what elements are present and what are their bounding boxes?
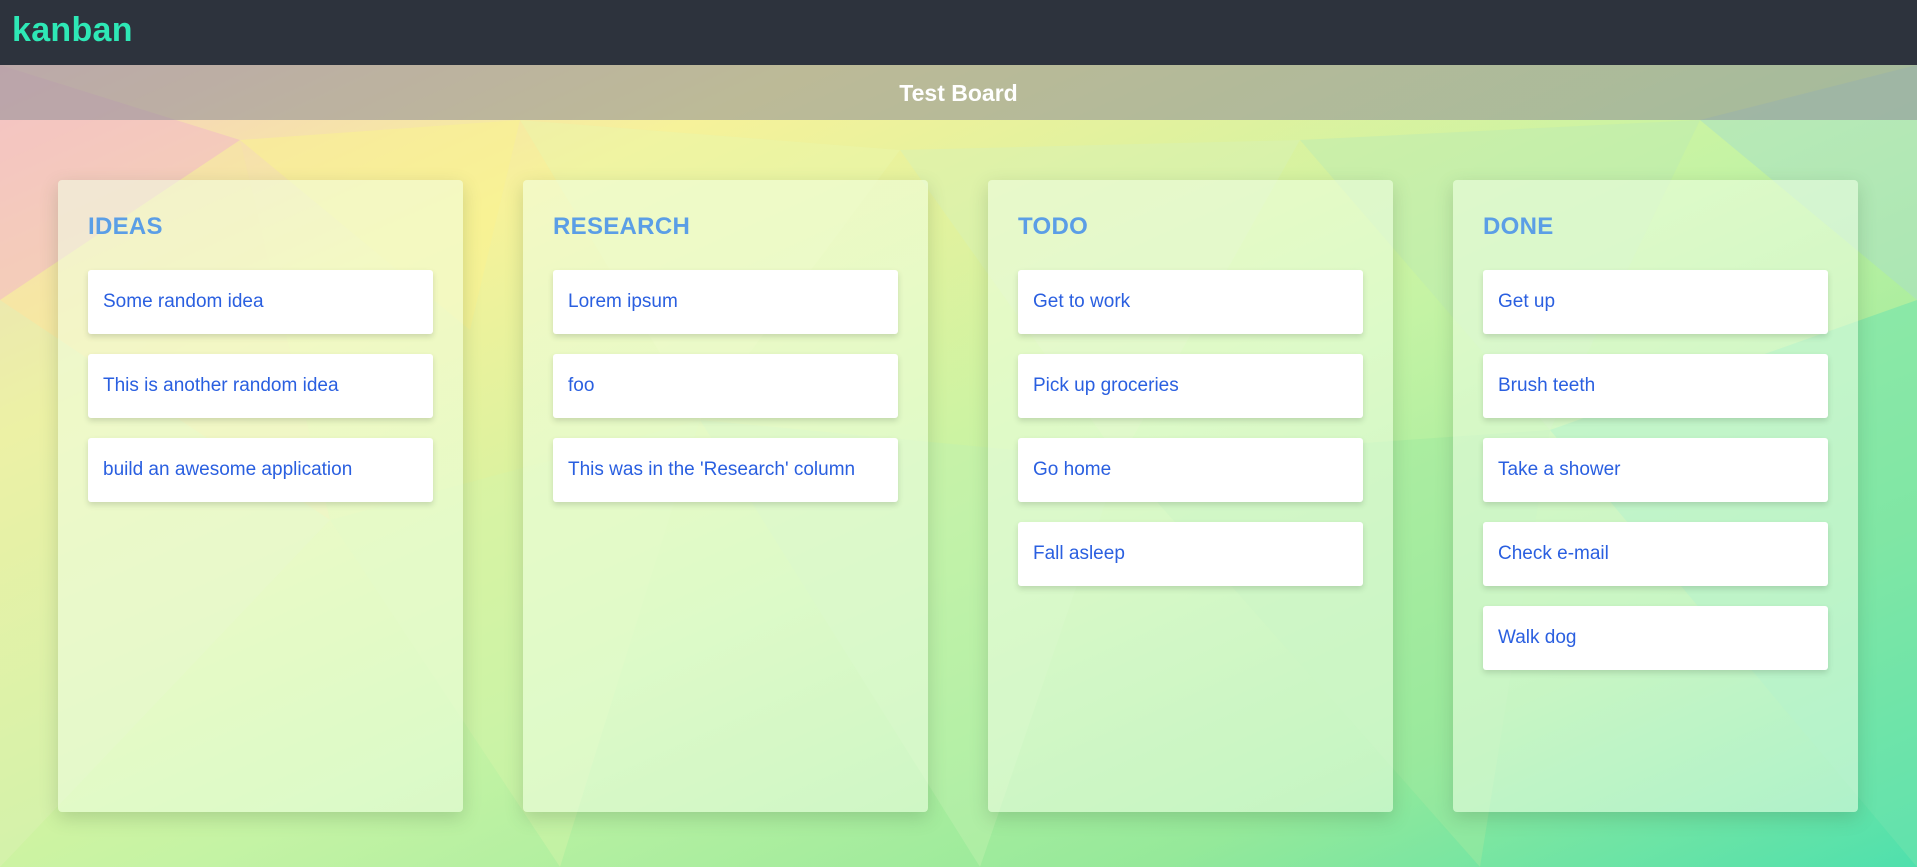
column-title: IDEAS <box>88 213 163 240</box>
card[interactable]: Go home <box>1018 438 1363 502</box>
card[interactable]: Brush teeth <box>1483 354 1828 418</box>
card-list: Lorem ipsum foo This was in the 'Researc… <box>553 270 898 522</box>
card-list: Get up Brush teeth Take a shower Check e… <box>1483 270 1828 690</box>
card[interactable]: Take a shower <box>1483 438 1828 502</box>
board-header: Test Board <box>0 65 1917 120</box>
card[interactable]: foo <box>553 354 898 418</box>
card[interactable]: build an awesome application <box>88 438 433 502</box>
column-ideas[interactable]: IDEAS Some random idea This is another r… <box>58 180 463 812</box>
card[interactable]: Fall asleep <box>1018 522 1363 586</box>
card[interactable]: This was in the 'Research' column <box>553 438 898 502</box>
column-title: RESEARCH <box>553 213 691 240</box>
app-brand[interactable]: kanban <box>12 8 133 52</box>
column-research[interactable]: RESEARCH Lorem ipsum foo This was in the… <box>523 180 928 812</box>
card[interactable]: Get up <box>1483 270 1828 334</box>
column-title: TODO <box>1018 213 1089 240</box>
column-done[interactable]: DONE Get up Brush teeth Take a shower Ch… <box>1453 180 1858 812</box>
board-columns: IDEAS Some random idea This is another r… <box>0 180 1917 812</box>
card[interactable]: Lorem ipsum <box>553 270 898 334</box>
navbar: kanban <box>0 0 1917 65</box>
card[interactable]: Walk dog <box>1483 606 1828 670</box>
card[interactable]: Some random idea <box>88 270 433 334</box>
card-list: Get to work Pick up groceries Go home Fa… <box>1018 270 1363 606</box>
card-list: Some random idea This is another random … <box>88 270 433 522</box>
card[interactable]: This is another random idea <box>88 354 433 418</box>
board-title: Test Board <box>899 80 1018 106</box>
card[interactable]: Pick up groceries <box>1018 354 1363 418</box>
card[interactable]: Get to work <box>1018 270 1363 334</box>
column-todo[interactable]: TODO Get to work Pick up groceries Go ho… <box>988 180 1393 812</box>
column-title: DONE <box>1483 213 1554 240</box>
card[interactable]: Check e-mail <box>1483 522 1828 586</box>
